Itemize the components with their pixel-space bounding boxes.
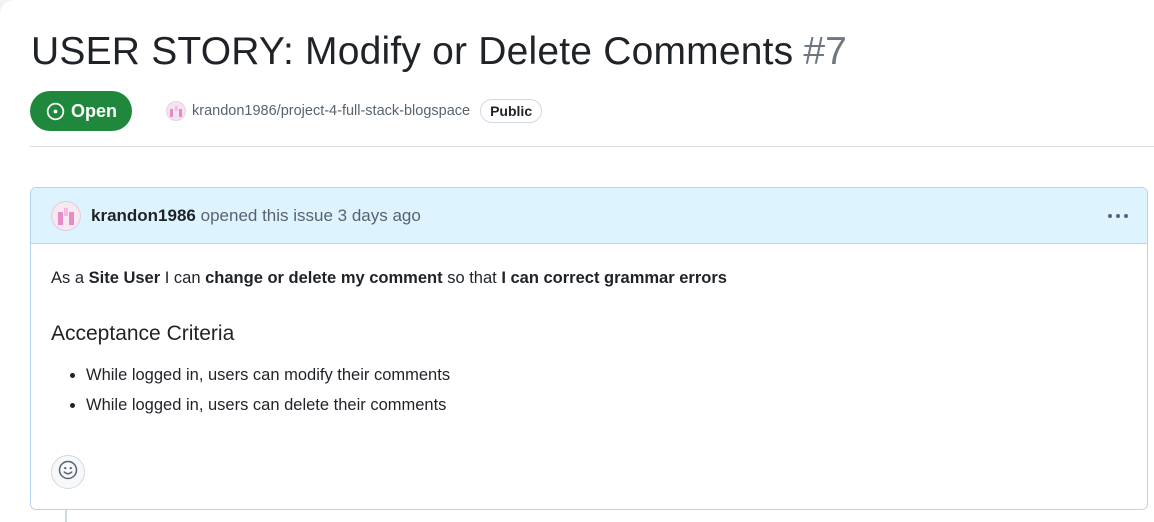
state-label: Open [71,100,118,121]
comment-author-line: krandon1986 opened this issue 3 days ago [91,206,421,226]
issue-number: #7 [803,30,847,73]
criteria-item: While logged in, users can modify their … [86,360,1127,390]
story-goal: change or delete my comment [205,269,443,287]
issue-opened-icon [46,102,65,121]
user-story: As a Site User I can change or delete my… [51,266,1127,290]
criteria-item: While logged in, users can delete their … [86,390,1127,420]
story-text: I can [160,269,206,287]
author-avatar[interactable] [51,200,81,231]
state-badge: Open [30,91,133,131]
add-reaction-button[interactable] [51,455,85,489]
issue-title-row: USER STORY: Modify or Delete Comments #7 [31,30,847,74]
page-corner [0,0,14,14]
story-text: As a [51,269,89,287]
repo-link[interactable]: krandon1986/project-4-full-stack-blogspa… [192,103,470,119]
repo-owner-avatar[interactable] [166,101,187,121]
header-divider [30,146,1154,147]
comment-header: krandon1986 opened this issue 3 days ago [31,188,1147,244]
kebab-horizontal-icon[interactable] [1107,206,1129,226]
story-benefit: I can correct grammar errors [501,269,727,287]
comment-action: opened this issue 3 days ago [200,205,421,225]
repo-info: krandon1986/project-4-full-stack-blogspa… [166,99,543,123]
criteria-heading: Acceptance Criteria [51,322,235,345]
comment-author[interactable]: krandon1986 [91,206,196,225]
comment-body: As a Site User I can change or delete my… [31,244,1147,420]
timeline-line [65,510,67,522]
criteria-list: While logged in, users can modify their … [51,360,1127,420]
issue-title: USER STORY: Modify or Delete Comments [31,30,794,73]
issue-meta: Open krandon1986/project-4-full-stack-bl… [30,91,543,131]
story-role: Site User [88,269,161,287]
story-text: so that [442,269,502,287]
visibility-badge: Public [480,99,543,123]
smiley-icon [58,460,78,485]
issue-comment: krandon1986 opened this issue 3 days ago… [30,187,1148,510]
